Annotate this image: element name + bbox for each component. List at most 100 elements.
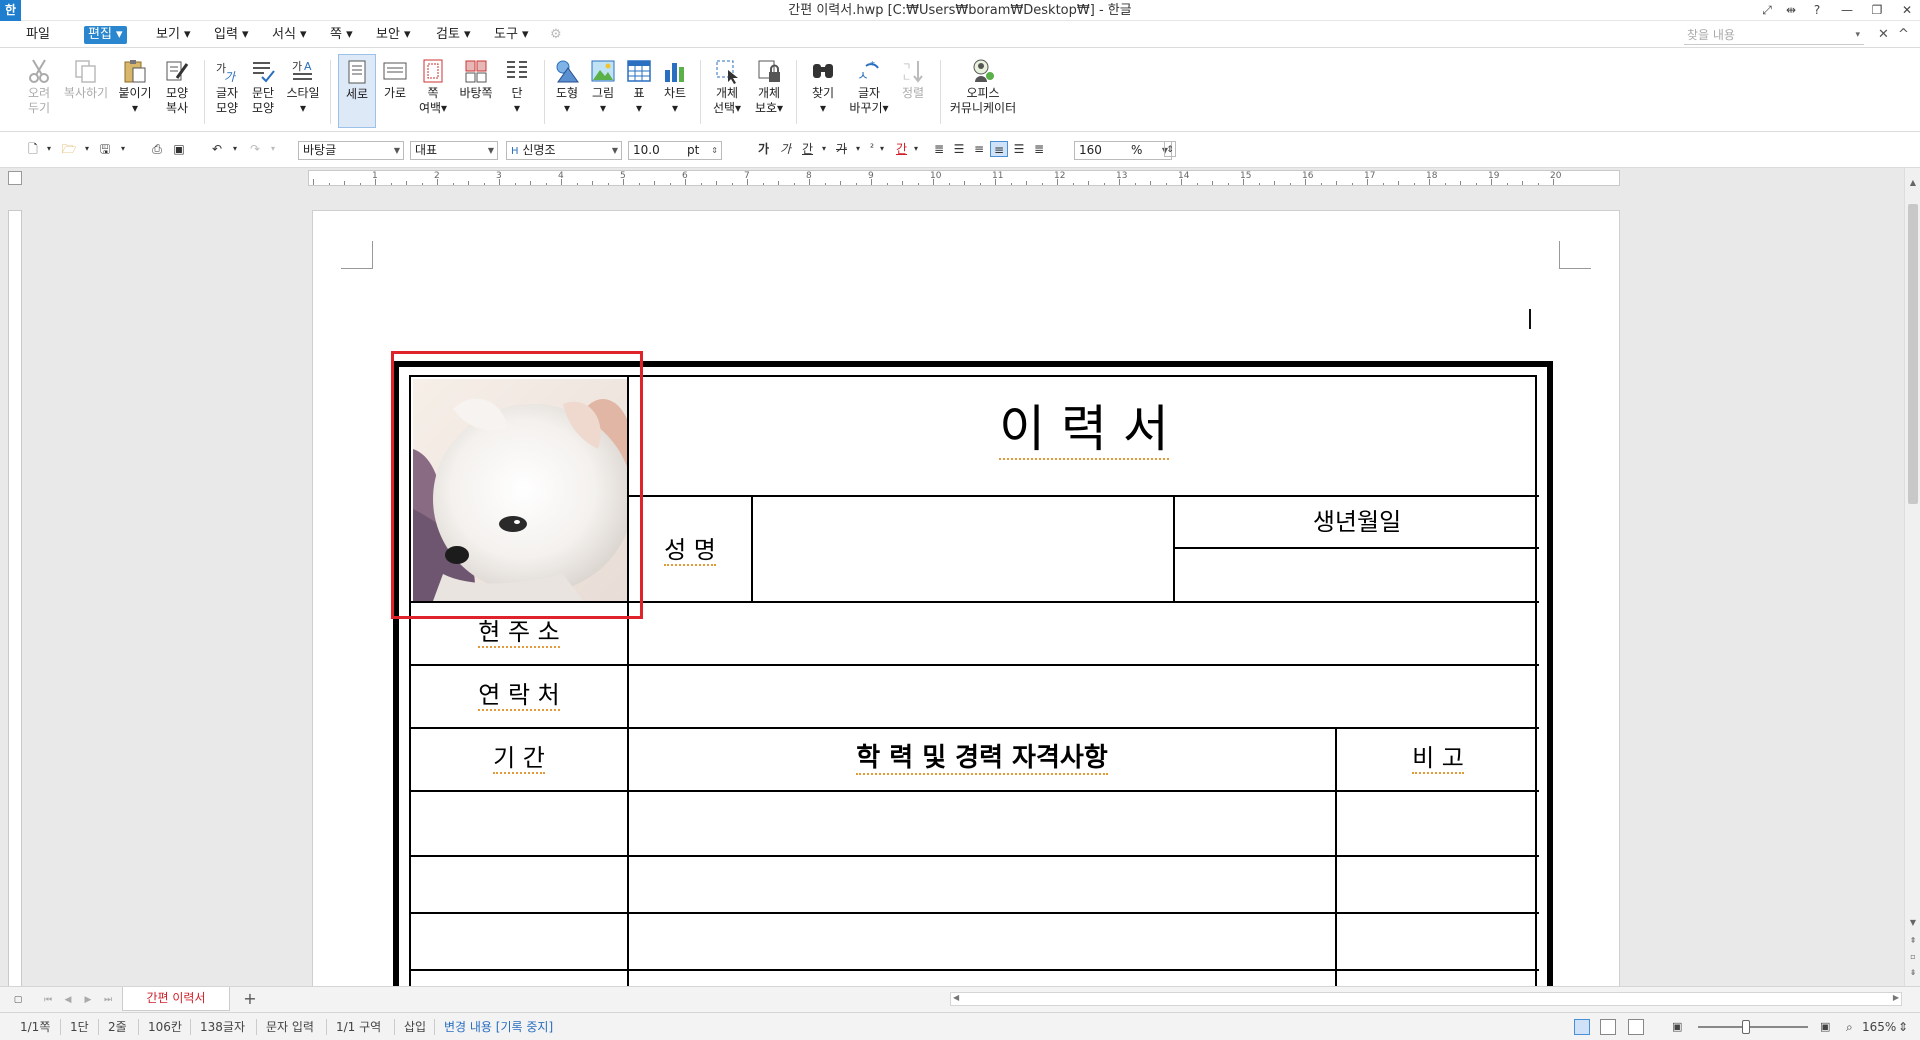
save-icon[interactable]: 🖫 [96,141,114,157]
replace-button[interactable]: ㅅ * 글자 바꾸기▾ [848,54,890,128]
document-area[interactable]: 이 력 서 성 명 생년월일 현 주 소 연 락 처 기 간 학 력 및 경력 … [24,188,1904,986]
italic-button[interactable]: 가 [780,141,791,157]
birth-input-cell[interactable] [1175,549,1539,601]
menu-review[interactable]: 검토 ▾ [432,26,475,44]
address-input-cell[interactable] [629,603,1539,664]
redo-dropdown-icon[interactable]: ▾ [264,141,282,157]
columns-button[interactable]: 단 ▾ [498,54,536,128]
chart-button[interactable]: 차트 ▾ [656,54,694,128]
paste-button[interactable]: 붙이기 ▾ [116,54,154,128]
app-settings-icon[interactable]: ⚙ [546,26,566,44]
strike-dropdown-icon[interactable]: ▾ [856,141,860,157]
status-page[interactable]: 1/1쪽 [20,1019,50,1035]
font-size-input[interactable]: 10.0 pt ⇕ [628,141,722,160]
document-page[interactable]: 이 력 서 성 명 생년월일 현 주 소 연 락 처 기 간 학 력 및 경력 … [312,210,1620,986]
language-select[interactable]: 대표 ▼ [410,141,498,160]
fullscreen-icon[interactable]: ⤢ [1756,0,1778,21]
add-tab-button[interactable]: + [238,990,262,1008]
para-shape-button[interactable]: 문단 모양 [244,54,282,128]
open-dropdown-icon[interactable]: ▾ [78,141,96,157]
master-page-button[interactable]: 바탕쪽 [454,54,498,128]
zoom-dropdown-icon[interactable]: ⇕ [1898,1019,1908,1035]
print-icon[interactable]: ⎙ [148,141,166,157]
zoom-spin-icon[interactable]: ⇕ [1164,141,1176,157]
split-view-icon[interactable]: ⇹ [1780,0,1802,21]
redo-icon[interactable]: ↷ [246,141,264,157]
underline-button[interactable]: 간 [802,141,813,157]
align-justify-icon[interactable]: ≣ [930,141,948,157]
undo-dropdown-icon[interactable]: ▾ [226,141,244,157]
print-preview-icon[interactable]: ▣ [170,141,188,157]
font-color-button[interactable]: 간 [896,141,907,157]
status-insert-mode[interactable]: 삽입 [404,1019,426,1035]
close-button[interactable]: ✕ [1896,0,1918,21]
menu-format[interactable]: 서식 ▾ [268,26,311,44]
horizontal-scrollbar[interactable]: ◀ ▶ [950,992,1902,1006]
menu-tools[interactable]: 도구 ▾ [490,26,533,44]
zoom-in-icon[interactable]: ▣ [1820,1019,1830,1035]
last-tab-icon[interactable]: ⏭ [100,992,116,1008]
restore-button[interactable]: ❐ [1866,0,1888,21]
cut-button[interactable]: 오려 두기 [20,54,58,128]
format-painter-button[interactable]: 모양 복사 [158,54,196,128]
align-right-icon[interactable]: ≡ [990,141,1008,157]
vertical-ruler[interactable] [8,210,22,990]
status-input-mode[interactable]: 문자 입력 [266,1019,314,1035]
shapes-button[interactable]: 도형 ▾ [548,54,586,128]
find-button[interactable]: 찾기 ▾ [804,54,842,128]
view-fit-page-icon[interactable] [1628,1019,1644,1035]
zoom-out-icon[interactable]: ▣ [1672,1019,1682,1035]
superscript-icon[interactable]: ² [870,141,874,157]
ribbon-collapse-icon[interactable]: ^ [1894,26,1913,44]
copy-button[interactable]: 복사하기 [62,54,110,128]
zoom-slider-handle[interactable] [1742,1020,1750,1034]
style-select[interactable]: 바탕글 ▼ [298,141,404,160]
open-folder-icon[interactable]: 🗁 [60,141,78,157]
undo-icon[interactable]: ↶ [208,141,226,157]
scroll-thumb[interactable] [1908,204,1918,504]
font-select[interactable]: H 신명조 ▼ [506,141,622,160]
font-color-dropdown-icon[interactable]: ▾ [914,141,918,157]
scroll-down-icon[interactable]: ▼ [1907,916,1919,930]
underline-dropdown-icon[interactable]: ▾ [822,141,826,157]
menu-view[interactable]: 보기 ▾ [152,26,195,44]
new-dropdown-icon[interactable]: ▾ [40,141,58,157]
horizontal-ruler[interactable]: 1 2 3 4 5 6 7 8 9 10 11 12 13 14 15 16 17 18 19 20 [308,170,1620,186]
script-dropdown-icon[interactable]: ▾ [880,141,884,157]
zoom-input[interactable]: 160 % ▼ [1074,141,1172,160]
contact-input-cell[interactable] [629,666,1539,727]
next-tab-icon[interactable]: ▶ [80,992,96,1008]
scroll-left-icon[interactable]: ◀ [953,993,959,1002]
zoom-slider[interactable] [1698,1026,1808,1028]
picture-button[interactable]: 그림 ▾ [584,54,622,128]
page-margin-button[interactable]: 쪽 여백▾ [414,54,452,128]
prev-page-icon[interactable]: ⇞ [1907,934,1919,948]
tab-type-selector[interactable] [8,171,22,185]
menu-page[interactable]: 쪽 ▾ [326,26,357,44]
landscape-button[interactable]: 가로 [376,54,414,128]
align-divide-icon[interactable]: ≣ [1030,141,1048,157]
align-distribute-icon[interactable]: ☰ [1010,141,1028,157]
zoom-search-icon[interactable]: ⌕ [1846,1019,1853,1035]
vertical-scrollbar[interactable]: ▲ ▼ ⇞ ▫ ⇟ [1904,168,1920,986]
tab-list-icon[interactable]: ▢ [10,992,26,1008]
portrait-button[interactable]: 세로 [338,54,376,128]
align-left-icon[interactable]: ☰ [950,141,968,157]
prev-tab-icon[interactable]: ◀ [60,992,76,1008]
name-input-cell[interactable] [753,497,1173,601]
minimize-button[interactable]: — [1836,0,1858,21]
tab-resume-document[interactable]: 간편 이력서 [122,987,230,1011]
scroll-right-icon[interactable]: ▶ [1893,993,1899,1002]
strikethrough-button[interactable]: 가 [836,141,847,157]
menu-file[interactable]: 파일 [22,26,54,44]
page-select-icon[interactable]: ▫ [1907,950,1919,964]
status-zoom[interactable]: 165% [1862,1019,1896,1035]
sort-button[interactable]: ㄱㄴ 정렬 [894,54,932,128]
spin-icon[interactable]: ⇕ [711,142,718,159]
first-tab-icon[interactable]: ⏮ [40,992,56,1008]
menu-security[interactable]: 보안 ▾ [372,26,415,44]
status-track-changes[interactable]: 변경 내용 [기록 중지] [444,1019,553,1035]
next-page-icon[interactable]: ⇟ [1907,966,1919,980]
object-select-button[interactable]: 개체 선택▾ [708,54,746,128]
view-fit-width-icon[interactable] [1600,1019,1616,1035]
